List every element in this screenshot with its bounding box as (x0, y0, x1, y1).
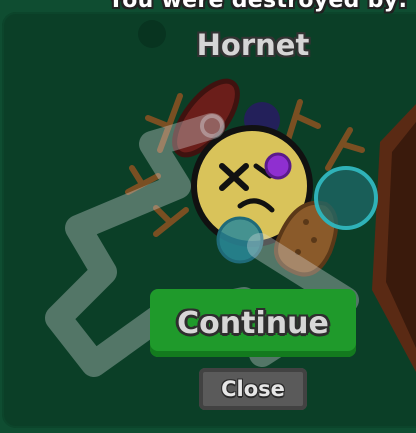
bubble-icon (314, 166, 378, 230)
bubble-icon (216, 216, 264, 264)
continue-button[interactable]: Continue (150, 289, 356, 357)
close-button-label: Close (221, 377, 285, 401)
purple-petal-icon (264, 152, 292, 180)
killer-name: Hornet (196, 28, 310, 62)
destroyed-by-title: You were destroyed by: (108, 0, 408, 13)
wall-obstacle (372, 104, 416, 372)
continue-button-label: Continue (177, 305, 329, 341)
game-stage: You were destroyed by: Hornet Continue C… (0, 0, 416, 433)
close-button[interactable]: Close (199, 368, 307, 410)
